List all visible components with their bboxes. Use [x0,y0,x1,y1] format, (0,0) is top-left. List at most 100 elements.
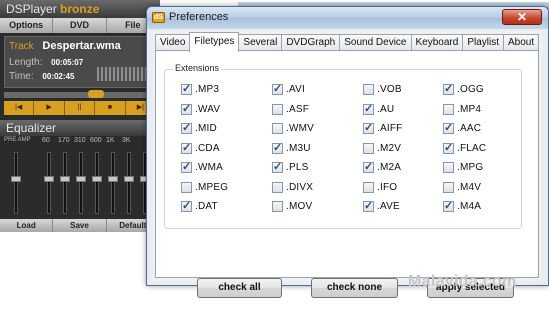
extension-option-cda[interactable]: .CDA [181,141,220,155]
eq-slider-knob[interactable] [124,176,134,182]
checkbox-mid[interactable] [181,121,192,134]
tab-about[interactable]: About [503,34,540,51]
eq-slider-knob[interactable] [60,176,70,182]
check-all-button[interactable]: check all [197,278,282,298]
checkbox-pls[interactable] [272,160,283,173]
eq-slider[interactable] [111,152,115,214]
tab-filetypes[interactable]: Filetypes [189,32,240,52]
extension-option-asf[interactable]: .ASF [272,103,309,116]
checkbox-mp4[interactable] [443,103,454,115]
tab-playlist[interactable]: Playlist [462,34,504,51]
extension-option-mov[interactable]: .MOV [272,200,312,213]
tab-keyboard[interactable]: Keyboard [410,34,464,51]
checkbox-vob[interactable] [363,84,374,95]
track-row: Track Despertar.wma [9,40,121,52]
checkbox-wav[interactable] [181,102,192,115]
extension-option-m2a[interactable]: .M2A [363,160,401,174]
extension-option-aiff[interactable]: .AIFF [363,121,402,135]
extension-option-ogg[interactable]: .OGG [443,82,484,96]
checkbox-mpg[interactable] [443,162,454,173]
eq-slider[interactable] [47,152,51,214]
seek-handle[interactable] [88,90,104,98]
close-button[interactable]: ✕ [502,9,542,25]
checkbox-m4a[interactable] [443,199,454,212]
checkbox-m3u[interactable] [272,141,283,154]
checkbox-mpeg[interactable] [181,181,192,193]
eq-slider[interactable] [63,152,67,214]
extension-label: .DIVX [286,181,314,193]
extension-option-ave[interactable]: .AVE [363,199,400,213]
checkbox-wmv[interactable] [272,123,283,134]
checkbox-dat[interactable] [181,199,192,212]
checkbox-asf[interactable] [272,103,283,115]
dialog-title-bar[interactable]: dS Preferences ✕ [147,7,548,29]
extension-option-flac[interactable]: .FLAC [443,141,486,155]
checkbox-avi[interactable] [272,82,283,95]
eq-slider-knob[interactable] [44,176,54,182]
checkbox-flac[interactable] [443,141,454,154]
tab-video[interactable]: Video [155,34,191,51]
extension-option-vob[interactable]: .VOB [363,83,402,96]
extension-option-mid[interactable]: .MID [181,121,217,135]
tab-several[interactable]: Several [238,34,283,51]
transport-controls: |◀ ▶ || ■ ▶| [4,101,157,115]
extension-option-divx[interactable]: .DIVX [272,181,313,194]
checkbox-m2a[interactable] [363,160,374,173]
extension-option-dat[interactable]: .DAT [181,199,218,213]
checkbox-ogg[interactable] [443,82,454,95]
checkbox-m2v[interactable] [363,142,374,154]
checkbox-divx[interactable] [272,181,283,193]
extension-label: .AU [377,103,395,115]
checkbox-mov[interactable] [272,201,283,212]
extension-option-wmv[interactable]: .WMV [272,122,314,135]
seek-bar[interactable] [4,92,156,98]
previous-icon[interactable]: |◀ [4,101,35,115]
extension-option-avi[interactable]: .AVI [272,82,305,96]
extension-option-pls[interactable]: .PLS [272,160,308,174]
extension-option-wma[interactable]: .WMA [181,160,223,174]
extension-option-ifo[interactable]: .IFO [363,181,397,194]
extension-option-m2v[interactable]: .M2V [363,142,401,155]
extension-option-m4v[interactable]: .M4V [443,181,481,194]
eq-slider[interactable] [79,152,83,214]
checkbox-m4v[interactable] [443,181,454,193]
extension-option-au[interactable]: .AU [363,102,395,116]
play-icon[interactable]: ▶ [34,101,65,115]
pause-icon[interactable]: || [65,101,96,115]
extension-option-m3u[interactable]: .M3U [272,141,311,155]
checkbox-mp3[interactable] [181,82,192,95]
eq-slider[interactable] [95,152,99,214]
eq-save-button[interactable]: Save [53,219,107,232]
extension-option-mp4[interactable]: .MP4 [443,103,481,116]
checkbox-wma[interactable] [181,160,192,173]
extension-label: .WAV [195,103,221,115]
tab-sound-device[interactable]: Sound Device [339,34,412,51]
eq-slider-knob[interactable] [11,176,21,182]
check-none-button[interactable]: check none [311,278,398,298]
eq-slider-knob[interactable] [108,176,118,182]
checkbox-aac[interactable] [443,121,454,134]
extension-option-mpg[interactable]: .MPG [443,161,483,174]
track-value: Despertar.wma [42,40,121,52]
extension-option-aac[interactable]: .AAC [443,121,481,135]
stop-icon[interactable]: ■ [95,101,126,115]
checkbox-ifo[interactable] [363,181,374,193]
eq-slider[interactable] [127,152,131,214]
eq-slider-knob[interactable] [76,176,86,182]
tab-dvdgraph[interactable]: DVDGraph [281,34,341,51]
checkbox-ave[interactable] [363,199,374,212]
menu-options[interactable]: Options [0,18,54,33]
extension-option-wav[interactable]: .WAV [181,102,221,116]
extension-option-m4a[interactable]: .M4A [443,199,481,213]
menu-dvd[interactable]: DVD [53,18,107,33]
eq-slider-knob[interactable] [92,176,102,182]
extension-label: .DAT [195,201,218,212]
checkbox-cda[interactable] [181,141,192,154]
checkbox-aiff[interactable] [363,121,374,134]
extension-option-mp3[interactable]: .MP3 [181,82,219,96]
player-menu: Options DVD File [0,18,160,33]
eq-slider[interactable] [14,152,18,214]
checkbox-au[interactable] [363,102,374,115]
extension-option-mpeg[interactable]: .MPEG [181,181,228,194]
eq-load-button[interactable]: Load [0,219,54,232]
